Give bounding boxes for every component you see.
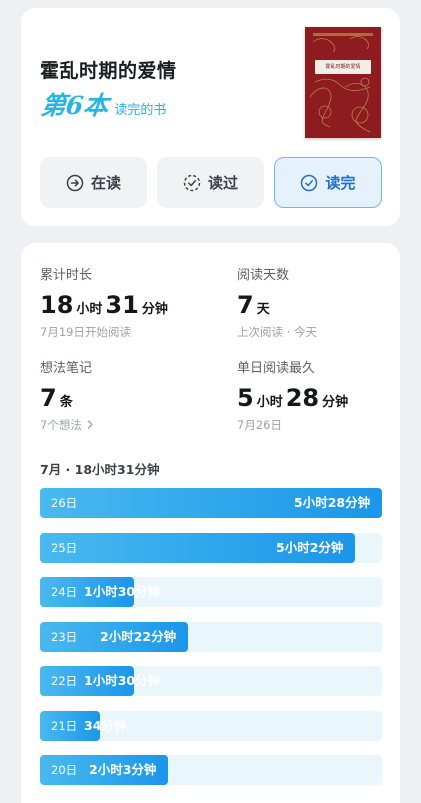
longest-minutes-unit: 分钟 bbox=[322, 395, 349, 410]
book-title: 霍乱时期的爱情 bbox=[40, 60, 177, 82]
stat-total-time-sub: 7月19日开始阅读 bbox=[40, 325, 131, 339]
cover-pattern-icon bbox=[309, 33, 373, 133]
notes-unit: 条 bbox=[59, 395, 73, 410]
stat-total-time-label: 累计时长 bbox=[40, 268, 93, 283]
book-cover[interactable]: 霍乱时期的爱情 bbox=[305, 27, 381, 138]
book-rank-number: 第6本 bbox=[39, 91, 110, 120]
stat-total-time: 累计时长 18 小时 31 分钟 7月19日开始阅读 bbox=[40, 264, 171, 340]
dashed-check-circle-icon bbox=[183, 174, 201, 191]
notes-count: 7 bbox=[40, 384, 57, 412]
stat-days-label: 阅读天数 bbox=[237, 268, 290, 283]
longest-minutes: 28 bbox=[285, 384, 320, 412]
book-rank: 第6本 读完的书 bbox=[39, 86, 167, 122]
daily-reading-duration: 2小时3分钟 bbox=[89, 762, 157, 777]
daily-reading-row: 26日 5小时28分钟 bbox=[40, 488, 382, 518]
daily-reading-row: 24日 1小时30分钟 bbox=[40, 577, 382, 607]
stat-notes-label: 想法笔记 bbox=[40, 361, 93, 376]
stat-notes-sub: 7个想法 bbox=[40, 418, 82, 432]
daily-reading-duration: 2小时22分钟 bbox=[100, 628, 177, 644]
stat-total-time-value: 18 小时 31 分钟 bbox=[40, 291, 171, 319]
daily-reading-list: 26日 5小时28分钟 25日 5小时2分钟 24日 1小时30分钟 23日 2小时22分钟 2… bbox=[40, 488, 382, 800]
stat-days: 阅读天数 7 天 上次阅读 · 今天 bbox=[237, 264, 317, 340]
daily-reading-day: 22日 bbox=[51, 674, 78, 688]
reading-stats-card: 累计时长 18 小时 31 分钟 7月19日开始阅读 阅读天数 7 天 上次阅读… bbox=[21, 243, 400, 803]
daily-reading-row: 25日 5小时2分钟 bbox=[40, 532, 382, 563]
status-read-button[interactable]: 读过 bbox=[157, 157, 264, 208]
daily-reading-duration: 1小时30分钟 bbox=[84, 584, 161, 599]
daily-reading-row: 21日 34分钟 bbox=[40, 710, 382, 741]
stat-longest-label: 单日阅读最久 bbox=[237, 361, 316, 376]
daily-reading-day: 20日 bbox=[51, 763, 78, 777]
stat-days-value: 7 天 bbox=[237, 291, 317, 319]
total-hours-unit: 小时 bbox=[76, 302, 103, 317]
total-minutes: 31 bbox=[105, 291, 139, 319]
daily-reading-duration: 5小时2分钟 bbox=[276, 539, 344, 555]
longest-hours-unit: 小时 bbox=[256, 395, 283, 410]
stat-notes-value: 7 条 bbox=[40, 384, 94, 412]
status-reading-button[interactable]: 在读 bbox=[40, 157, 147, 208]
daily-reading-row: 23日 2小时22分钟 bbox=[40, 621, 382, 652]
daily-reading-day: 26日 bbox=[51, 496, 78, 510]
daily-reading-day: 23日 bbox=[51, 629, 78, 644]
stat-notes-link[interactable]: 7个想法 bbox=[40, 417, 94, 433]
daily-reading-day: 21日 bbox=[51, 718, 78, 733]
book-header-card: 霍乱时期的爱情 第6本 读完的书 霍乱时期的爱情 在读 读过 读完 bbox=[21, 8, 400, 226]
daily-reading-duration: 1小时30分钟 bbox=[84, 673, 161, 688]
daily-reading-row: 22日 1小时30分钟 bbox=[40, 666, 382, 696]
status-finished-button[interactable]: 读完 bbox=[274, 157, 382, 208]
stat-longest-value: 5 小时 28 分钟 bbox=[237, 384, 351, 412]
book-rank-caption: 读完的书 bbox=[114, 103, 167, 118]
cover-title: 霍乱时期的爱情 bbox=[315, 60, 371, 74]
daily-reading-day: 25日 bbox=[51, 540, 78, 555]
daily-reading-row: 20日 2小时3分钟 bbox=[40, 755, 382, 785]
daily-reading-duration: 34分钟 bbox=[84, 717, 127, 733]
stat-longest-sub: 7月26日 bbox=[237, 418, 282, 432]
daily-reading-duration: 5小时28分钟 bbox=[294, 495, 371, 510]
status-finished-label: 读完 bbox=[325, 174, 356, 192]
status-read-label: 读过 bbox=[207, 174, 238, 192]
total-hours: 18 bbox=[40, 291, 74, 319]
check-circle-icon bbox=[301, 174, 318, 191]
days-unit: 天 bbox=[256, 302, 270, 317]
longest-hours: 5 bbox=[237, 384, 254, 412]
status-reading-label: 在读 bbox=[90, 174, 121, 192]
stat-notes[interactable]: 想法笔记 7 条 7个想法 bbox=[40, 357, 94, 433]
total-minutes-unit: 分钟 bbox=[141, 302, 168, 317]
chevron-right-icon bbox=[88, 420, 94, 429]
stat-longest-day: 单日阅读最久 5 小时 28 分钟 7月26日 bbox=[237, 357, 351, 433]
days-count: 7 bbox=[237, 291, 254, 319]
daily-reading-day: 24日 bbox=[51, 585, 78, 599]
month-summary: 7月 · 18小时31分钟 bbox=[40, 462, 160, 477]
stat-days-sub: 上次阅读 · 今天 bbox=[237, 325, 317, 339]
arrow-right-circle-icon bbox=[66, 174, 84, 191]
